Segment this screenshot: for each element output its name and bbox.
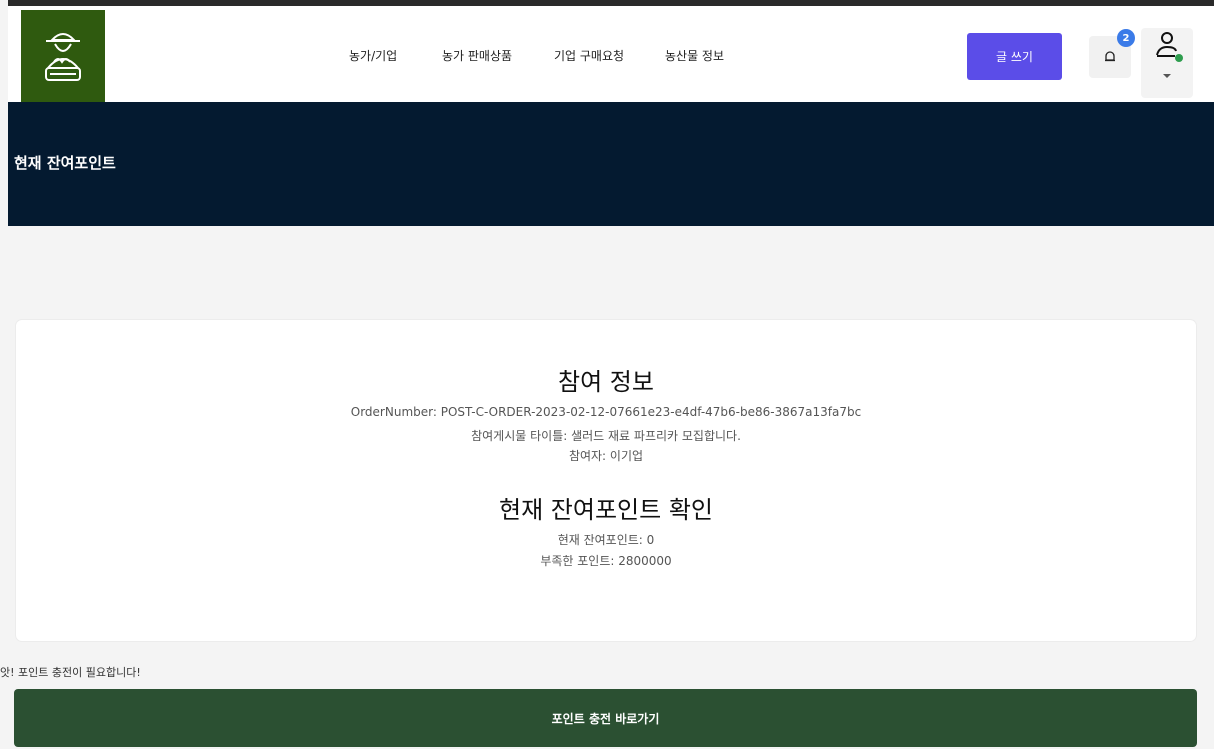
bell-icon (1105, 51, 1115, 62)
participant-text: 참여자: 이기업 (568, 449, 644, 463)
post-title-text: 참여게시물 타이틀: 샐러드 재료 파프리카 모집합니다. (471, 429, 741, 443)
site-logo[interactable] (21, 10, 105, 102)
charge-notice-text: 앗! 포인트 충전이 필요합니다! (0, 666, 141, 679)
user-menu-button[interactable] (1141, 28, 1193, 98)
nav-farm-company[interactable]: 농가/기업 (349, 47, 397, 64)
chevron-down-icon (1163, 74, 1171, 78)
order-number-text: OrderNumber: POST-C-ORDER-2023-02-12-076… (350, 405, 862, 419)
points-check-heading: 현재 잔여포인트 확인 (499, 496, 713, 524)
shortfall-points-text: 부족한 포인트: 2800000 (540, 554, 672, 568)
notification-count-badge: 2 (1117, 29, 1135, 47)
charge-points-button[interactable]: 포인트 충전 바로가기 (14, 689, 1197, 747)
write-post-button[interactable]: 글 쓰기 (967, 33, 1062, 80)
participation-card: 참여 정보 OrderNumber: POST-C-ORDER-2023-02-… (16, 320, 1196, 641)
nav-farm-products[interactable]: 농가 판매상품 (442, 47, 512, 64)
nav-company-requests[interactable]: 기업 구매요청 (554, 47, 624, 64)
page-title: 현재 잔여포인트 (14, 154, 116, 172)
current-points-text: 현재 잔여포인트: 0 (557, 533, 655, 547)
nav-produce-info[interactable]: 농산물 정보 (665, 47, 724, 64)
user-icon (1156, 32, 1183, 78)
participation-info-heading: 참여 정보 (558, 368, 654, 396)
farmer-logo-icon (45, 33, 81, 81)
page-hero: 현재 잔여포인트 (8, 102, 1214, 226)
